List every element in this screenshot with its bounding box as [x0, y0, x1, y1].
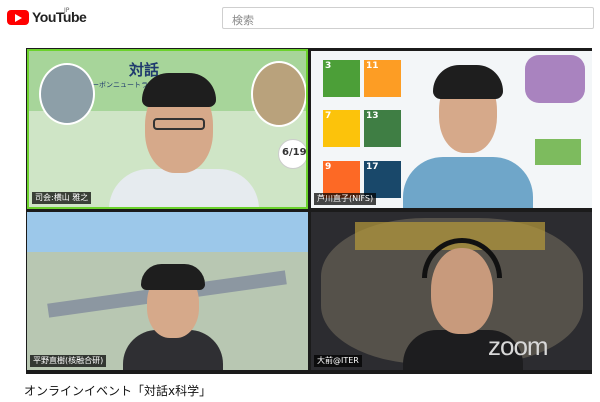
host-shirt — [109, 169, 259, 207]
participant-tile-2: 3 11 7 13 9 17 芦川直子(NIFS) — [311, 51, 592, 208]
participant-tile-host: 対話 カーボンニュートラル 6/19 司会:横山 雅之 — [27, 49, 308, 209]
top-bar: YouTube JP 検索 — [0, 0, 600, 38]
event-date: 6/19 — [282, 147, 307, 158]
slide-photo-left — [39, 63, 95, 125]
fusion-device-image — [525, 55, 585, 103]
host-hair — [142, 73, 216, 107]
illustration-sky — [27, 212, 308, 252]
sdg-13-icon: 13 — [364, 110, 401, 147]
glasses — [153, 118, 205, 130]
sdg-7-icon: 7 — [323, 110, 360, 147]
zoom-watermark: zoom — [488, 331, 549, 361]
participant-tile-4: zoom 大前@ITER — [311, 212, 592, 370]
sdg-11-icon: 11 — [364, 60, 401, 97]
video-player[interactable]: 対話 カーボンニュートラル 6/19 司会:横山 雅之 3 11 7 13 9 … — [26, 48, 592, 374]
youtube-logo-icon[interactable] — [7, 10, 29, 25]
sdg-3-icon: 3 — [323, 60, 360, 97]
name-tag-host: 司会:横山 雅之 — [32, 192, 92, 204]
date-badge: 6/19 — [278, 139, 307, 169]
participant3-hair — [141, 264, 205, 290]
landscape-image — [535, 139, 581, 165]
name-tag-4: 大前@ITER — [314, 355, 362, 367]
search-input[interactable]: 検索 — [222, 7, 594, 29]
slide-photo-right — [251, 61, 306, 127]
participant2-hair — [433, 65, 503, 99]
participant-tile-3: 平野直樹(核融合研) — [27, 212, 308, 370]
youtube-logo-text[interactable]: YouTube — [32, 9, 87, 25]
video-title: オンラインイベント「対話x科学」 — [24, 384, 212, 398]
participant2-shirt — [403, 157, 533, 208]
name-tag-2: 芦川直子(NIFS) — [314, 193, 377, 205]
name-tag-3: 平野直樹(核融合研) — [30, 355, 107, 367]
search-placeholder: 検索 — [232, 14, 254, 27]
region-label: JP — [64, 7, 70, 14]
